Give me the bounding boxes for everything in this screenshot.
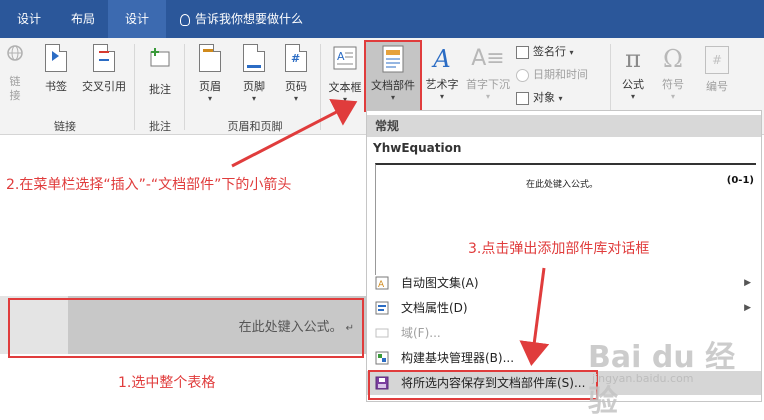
watermark-url: jingyan.baidu.com [592, 372, 694, 385]
annotation-step3: 3.点击弹出添加部件库对话框 [468, 241, 650, 257]
annotation-step1: 1.选中整个表格 [118, 375, 216, 391]
arrow-step2 [231, 98, 358, 168]
annotation-step2: 2.在菜单栏选择“插入”-“文档部件”下的小箭头 [6, 177, 292, 193]
arrow-step3 [519, 267, 550, 366]
